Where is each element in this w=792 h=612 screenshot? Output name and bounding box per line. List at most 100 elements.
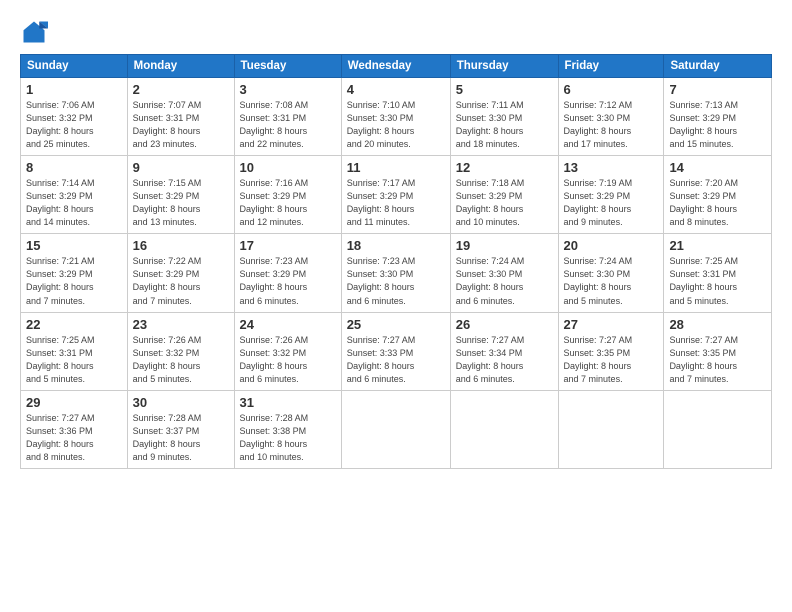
day-number: 26 <box>456 317 553 332</box>
calendar-day-cell: 21 Sunrise: 7:25 AM Sunset: 3:31 PM Dayli… <box>664 234 772 312</box>
day-number: 27 <box>564 317 659 332</box>
logo <box>20 18 52 46</box>
day-number: 10 <box>240 160 336 175</box>
day-number: 28 <box>669 317 766 332</box>
calendar-day-cell: 23 Sunrise: 7:26 AM Sunset: 3:32 PM Dayli… <box>127 312 234 390</box>
calendar-day-header: Sunday <box>21 55 128 78</box>
day-number: 7 <box>669 82 766 97</box>
day-info: Sunrise: 7:27 AM Sunset: 3:36 PM Dayligh… <box>26 412 122 464</box>
day-info: Sunrise: 7:19 AM Sunset: 3:29 PM Dayligh… <box>564 177 659 229</box>
day-info: Sunrise: 7:12 AM Sunset: 3:30 PM Dayligh… <box>564 99 659 151</box>
calendar-day-cell: 16 Sunrise: 7:22 AM Sunset: 3:29 PM Dayli… <box>127 234 234 312</box>
calendar-day-cell: 24 Sunrise: 7:26 AM Sunset: 3:32 PM Dayli… <box>234 312 341 390</box>
day-number: 24 <box>240 317 336 332</box>
day-number: 5 <box>456 82 553 97</box>
day-info: Sunrise: 7:24 AM Sunset: 3:30 PM Dayligh… <box>456 255 553 307</box>
calendar-day-header: Tuesday <box>234 55 341 78</box>
day-info: Sunrise: 7:06 AM Sunset: 3:32 PM Dayligh… <box>26 99 122 151</box>
day-number: 25 <box>347 317 445 332</box>
day-info: Sunrise: 7:27 AM Sunset: 3:34 PM Dayligh… <box>456 334 553 386</box>
calendar-day-cell: 28 Sunrise: 7:27 AM Sunset: 3:35 PM Dayli… <box>664 312 772 390</box>
day-number: 29 <box>26 395 122 410</box>
day-info: Sunrise: 7:27 AM Sunset: 3:35 PM Dayligh… <box>669 334 766 386</box>
day-number: 8 <box>26 160 122 175</box>
day-number: 16 <box>133 238 229 253</box>
calendar-table: SundayMondayTuesdayWednesdayThursdayFrid… <box>20 54 772 469</box>
day-info: Sunrise: 7:21 AM Sunset: 3:29 PM Dayligh… <box>26 255 122 307</box>
day-info: Sunrise: 7:26 AM Sunset: 3:32 PM Dayligh… <box>133 334 229 386</box>
calendar-day-cell: 20 Sunrise: 7:24 AM Sunset: 3:30 PM Dayli… <box>558 234 664 312</box>
day-info: Sunrise: 7:10 AM Sunset: 3:30 PM Dayligh… <box>347 99 445 151</box>
day-info: Sunrise: 7:25 AM Sunset: 3:31 PM Dayligh… <box>669 255 766 307</box>
day-number: 12 <box>456 160 553 175</box>
calendar-day-header: Monday <box>127 55 234 78</box>
day-info: Sunrise: 7:16 AM Sunset: 3:29 PM Dayligh… <box>240 177 336 229</box>
calendar-day-cell: 27 Sunrise: 7:27 AM Sunset: 3:35 PM Dayli… <box>558 312 664 390</box>
calendar-day-cell: 31Sunrise: 7:28 AM Sunset: 3:38 PM Dayli… <box>234 390 341 468</box>
day-info: Sunrise: 7:26 AM Sunset: 3:32 PM Dayligh… <box>240 334 336 386</box>
day-info: Sunrise: 7:23 AM Sunset: 3:29 PM Dayligh… <box>240 255 336 307</box>
day-number: 20 <box>564 238 659 253</box>
day-info: Sunrise: 7:28 AM Sunset: 3:37 PM Dayligh… <box>133 412 229 464</box>
calendar-week-row: 8 Sunrise: 7:14 AM Sunset: 3:29 PM Daylig… <box>21 156 772 234</box>
day-info: Sunrise: 7:23 AM Sunset: 3:30 PM Dayligh… <box>347 255 445 307</box>
calendar-day-cell: 14Sunrise: 7:20 AM Sunset: 3:29 PM Dayli… <box>664 156 772 234</box>
calendar-day-cell: 6 Sunrise: 7:12 AM Sunset: 3:30 PM Daylig… <box>558 78 664 156</box>
calendar-day-header: Wednesday <box>341 55 450 78</box>
day-number: 14 <box>669 160 766 175</box>
calendar-empty-cell <box>664 390 772 468</box>
calendar-day-header: Thursday <box>450 55 558 78</box>
day-number: 21 <box>669 238 766 253</box>
calendar-day-cell: 3 Sunrise: 7:08 AM Sunset: 3:31 PM Daylig… <box>234 78 341 156</box>
calendar-day-cell: 30 Sunrise: 7:28 AM Sunset: 3:37 PM Dayli… <box>127 390 234 468</box>
day-info: Sunrise: 7:18 AM Sunset: 3:29 PM Dayligh… <box>456 177 553 229</box>
day-number: 18 <box>347 238 445 253</box>
calendar-week-row: 22Sunrise: 7:25 AM Sunset: 3:31 PM Dayli… <box>21 312 772 390</box>
calendar-day-cell: 8 Sunrise: 7:14 AM Sunset: 3:29 PM Daylig… <box>21 156 128 234</box>
calendar-day-cell: 9 Sunrise: 7:15 AM Sunset: 3:29 PM Daylig… <box>127 156 234 234</box>
day-number: 19 <box>456 238 553 253</box>
day-number: 13 <box>564 160 659 175</box>
day-info: Sunrise: 7:17 AM Sunset: 3:29 PM Dayligh… <box>347 177 445 229</box>
calendar-day-cell: 12 Sunrise: 7:18 AM Sunset: 3:29 PM Dayli… <box>450 156 558 234</box>
day-number: 3 <box>240 82 336 97</box>
calendar-day-cell: 7 Sunrise: 7:13 AM Sunset: 3:29 PM Daylig… <box>664 78 772 156</box>
day-info: Sunrise: 7:14 AM Sunset: 3:29 PM Dayligh… <box>26 177 122 229</box>
calendar-day-cell: 19 Sunrise: 7:24 AM Sunset: 3:30 PM Dayli… <box>450 234 558 312</box>
calendar-week-row: 15Sunrise: 7:21 AM Sunset: 3:29 PM Dayli… <box>21 234 772 312</box>
day-info: Sunrise: 7:27 AM Sunset: 3:33 PM Dayligh… <box>347 334 445 386</box>
calendar-header-row: SundayMondayTuesdayWednesdayThursdayFrid… <box>21 55 772 78</box>
day-info: Sunrise: 7:24 AM Sunset: 3:30 PM Dayligh… <box>564 255 659 307</box>
calendar-day-cell: 29 Sunrise: 7:27 AM Sunset: 3:36 PM Dayli… <box>21 390 128 468</box>
day-info: Sunrise: 7:15 AM Sunset: 3:29 PM Dayligh… <box>133 177 229 229</box>
calendar-week-row: 1 Sunrise: 7:06 AM Sunset: 3:32 PM Daylig… <box>21 78 772 156</box>
calendar-day-cell: 4 Sunrise: 7:10 AM Sunset: 3:30 PM Daylig… <box>341 78 450 156</box>
day-info: Sunrise: 7:27 AM Sunset: 3:35 PM Dayligh… <box>564 334 659 386</box>
day-number: 4 <box>347 82 445 97</box>
day-info: Sunrise: 7:08 AM Sunset: 3:31 PM Dayligh… <box>240 99 336 151</box>
day-info: Sunrise: 7:07 AM Sunset: 3:31 PM Dayligh… <box>133 99 229 151</box>
calendar-day-cell: 2Sunrise: 7:07 AM Sunset: 3:31 PM Daylig… <box>127 78 234 156</box>
day-number: 22 <box>26 317 122 332</box>
calendar-day-cell: 10 Sunrise: 7:16 AM Sunset: 3:29 PM Dayli… <box>234 156 341 234</box>
calendar-empty-cell <box>558 390 664 468</box>
page: SundayMondayTuesdayWednesdayThursdayFrid… <box>0 0 792 612</box>
calendar-empty-cell <box>341 390 450 468</box>
day-info: Sunrise: 7:13 AM Sunset: 3:29 PM Dayligh… <box>669 99 766 151</box>
calendar-day-cell: 18 Sunrise: 7:23 AM Sunset: 3:30 PM Dayli… <box>341 234 450 312</box>
calendar-day-header: Friday <box>558 55 664 78</box>
header <box>20 18 772 46</box>
calendar-day-cell: 5 Sunrise: 7:11 AM Sunset: 3:30 PM Daylig… <box>450 78 558 156</box>
day-info: Sunrise: 7:22 AM Sunset: 3:29 PM Dayligh… <box>133 255 229 307</box>
day-number: 6 <box>564 82 659 97</box>
day-number: 23 <box>133 317 229 332</box>
calendar-day-cell: 17Sunrise: 7:23 AM Sunset: 3:29 PM Dayli… <box>234 234 341 312</box>
day-number: 30 <box>133 395 229 410</box>
calendar-day-header: Saturday <box>664 55 772 78</box>
calendar-day-cell: 25 Sunrise: 7:27 AM Sunset: 3:33 PM Dayli… <box>341 312 450 390</box>
calendar-day-cell: 26 Sunrise: 7:27 AM Sunset: 3:34 PM Dayli… <box>450 312 558 390</box>
calendar-day-cell: 15Sunrise: 7:21 AM Sunset: 3:29 PM Dayli… <box>21 234 128 312</box>
day-number: 9 <box>133 160 229 175</box>
day-number: 1 <box>26 82 122 97</box>
day-info: Sunrise: 7:11 AM Sunset: 3:30 PM Dayligh… <box>456 99 553 151</box>
